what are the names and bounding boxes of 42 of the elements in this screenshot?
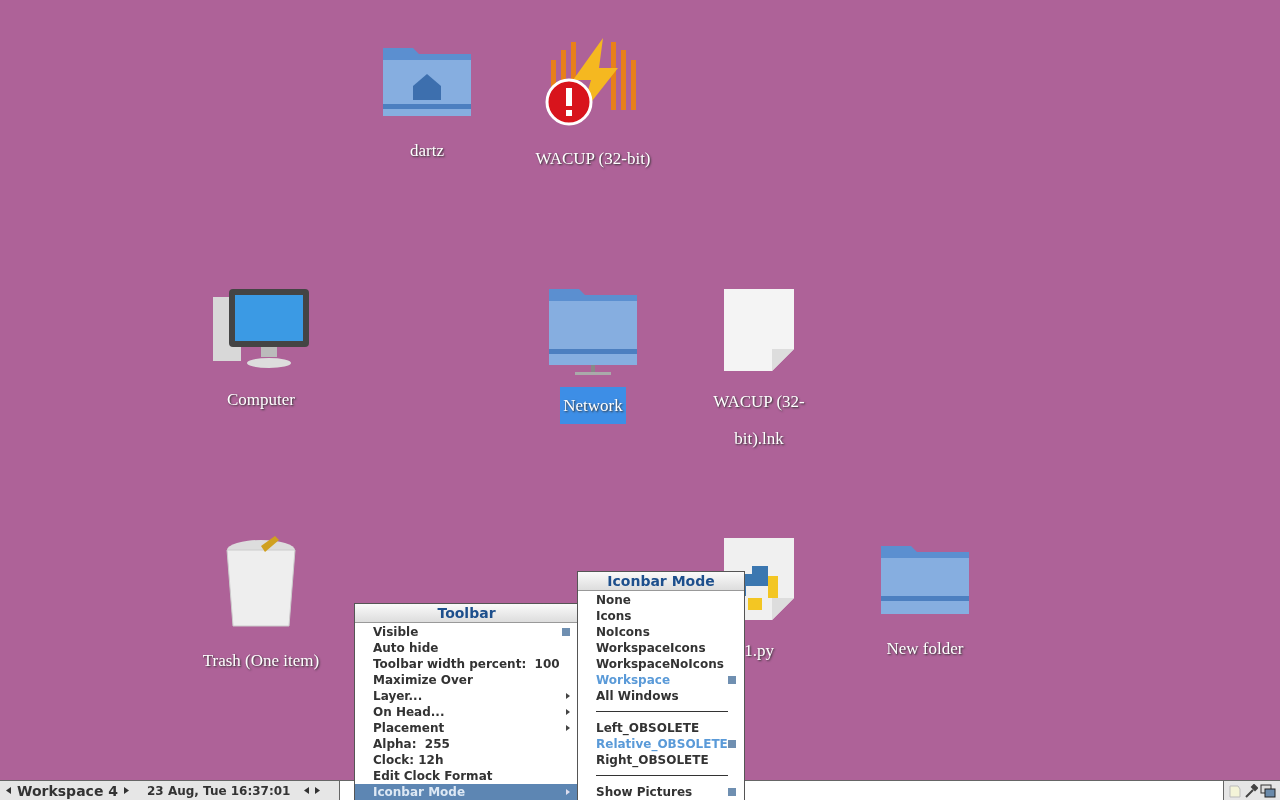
- clock: 23 Aug, Tue 16:37:01: [147, 783, 291, 798]
- menu-item[interactable]: Right_OBSOLETE: [578, 752, 744, 768]
- previous-workspace-icon[interactable]: [6, 787, 11, 794]
- submenu-arrow-icon: [566, 709, 570, 715]
- menu-item[interactable]: Icons: [578, 608, 744, 624]
- menu-item[interactable]: Clock: 12h: [355, 752, 578, 768]
- submenu-arrow-icon: [566, 789, 570, 795]
- menu-item[interactable]: None: [578, 592, 744, 608]
- menu-item[interactable]: Show Pictures: [578, 784, 744, 800]
- icon-label[interactable]: New folder: [883, 630, 967, 667]
- previous-window-icon[interactable]: [304, 787, 310, 794]
- workspace-name: Workspace 4: [17, 782, 118, 799]
- menu-item[interactable]: Maximize Over: [355, 672, 578, 688]
- menu-item[interactable]: Visible: [355, 624, 578, 640]
- submenu-arrow-icon: [566, 725, 570, 731]
- menu-item[interactable]: WorkspaceIcons: [578, 640, 744, 656]
- next-window-icon[interactable]: [315, 787, 321, 794]
- icon-label[interactable]: WACUP (32-bit): [532, 140, 654, 177]
- menu-item[interactable]: NoIcons: [578, 624, 744, 640]
- icon-label[interactable]: Trash (One item): [199, 642, 323, 679]
- menu-title: Toolbar: [355, 604, 578, 623]
- menu-item[interactable]: Left_OBSOLETE: [578, 720, 744, 736]
- computer-icon[interactable]: [211, 287, 311, 371]
- submenu-arrow-icon: [566, 693, 570, 699]
- menu-item[interactable]: All Windows: [578, 688, 744, 704]
- icon-label[interactable]: 1.py: [741, 632, 777, 669]
- menu-item[interactable]: Toolbar width percent: 100: [355, 656, 578, 672]
- menu-title: Iconbar Mode: [578, 572, 744, 591]
- menu-item[interactable]: WorkspaceNoIcons: [578, 656, 744, 672]
- menu-item[interactable]: Alpha: 255: [355, 736, 578, 752]
- icon-label[interactable]: WACUP (32-bit).lnk: [686, 383, 832, 457]
- plug-icon[interactable]: [1244, 783, 1258, 798]
- menu-item[interactable]: On Head...: [355, 704, 578, 720]
- menu-item[interactable]: Layer...: [355, 688, 578, 704]
- menu-item[interactable]: Auto hide: [355, 640, 578, 656]
- blank-file-icon[interactable]: [722, 287, 796, 373]
- menu-item[interactable]: Edit Clock Format: [355, 768, 578, 784]
- next-workspace-icon[interactable]: [124, 787, 129, 794]
- windows-icon[interactable]: [1260, 783, 1276, 798]
- icon-label[interactable]: Computer: [224, 381, 298, 418]
- menu-item[interactable]: Placement: [355, 720, 578, 736]
- icon-label[interactable]: dartz: [407, 132, 447, 169]
